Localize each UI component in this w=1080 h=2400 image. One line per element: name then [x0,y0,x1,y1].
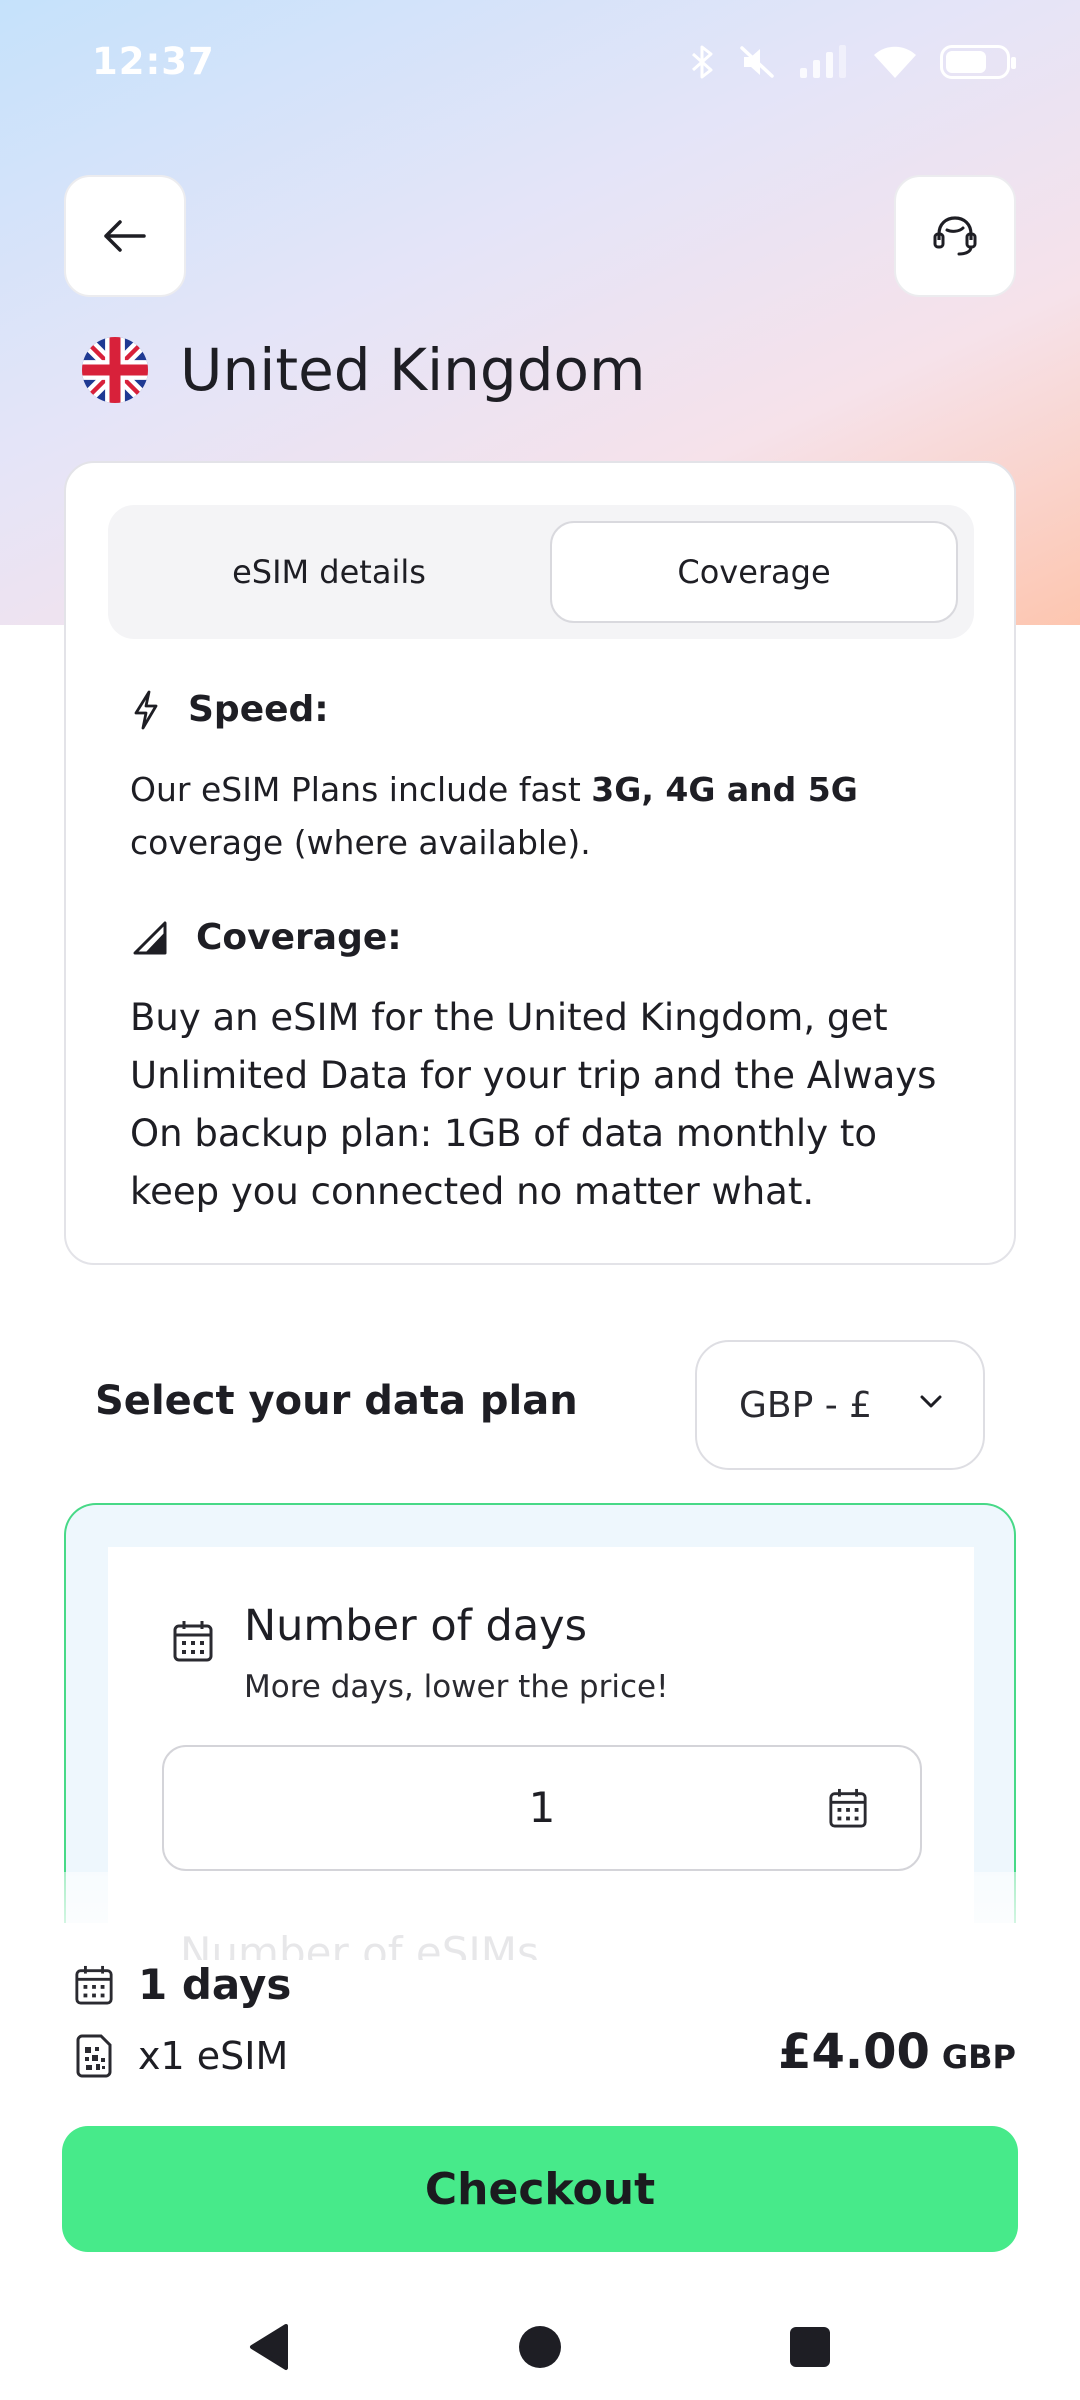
speed-text-suffix: coverage (where available). [130,823,591,862]
nav-recents-icon[interactable] [786,2322,834,2372]
summary-esim-count: x1 eSIM [138,2034,289,2078]
coverage-card: eSIM details Coverage Speed: Our eSIM Pl… [64,461,1016,1265]
days-input[interactable]: 1 [162,1745,922,1871]
calendar-picker-icon[interactable] [828,1787,868,1829]
days-value: 1 [528,1783,556,1832]
currency-value: GBP - £ [739,1384,873,1426]
plan-card: Number of days More days, lower the pric… [64,1503,1016,1923]
system-nav-bar [0,2300,1080,2400]
days-section: Number of days More days, lower the pric… [108,1547,974,1923]
nav-back-icon[interactable] [246,2322,294,2372]
speed-text-highlight: 3G, 4G and 5G [591,770,858,809]
signal-icon [800,45,846,78]
coverage-title: Coverage: [196,917,402,958]
summary-days: 1 days [74,1960,291,2009]
currency-select[interactable]: GBP - £ [695,1340,985,1470]
days-subtitle: More days, lower the price! [244,1669,669,1705]
coverage-heading: Coverage: [132,917,402,958]
wifi-icon [874,46,916,78]
mute-icon [740,46,774,78]
battery-icon [940,45,1016,79]
tab-esim-details[interactable]: eSIM details [124,521,534,623]
country-header: United Kingdom [82,336,646,404]
calendar-icon [173,1621,213,1662]
headset-icon [933,216,977,256]
tab-coverage[interactable]: Coverage [550,521,958,623]
status-bar: 12:37 [0,0,1080,130]
sim-card-icon [76,2034,112,2078]
bluetooth-icon [692,45,713,79]
support-button[interactable] [894,175,1016,297]
price-amount: £4.00 [778,2024,930,2080]
status-icons [690,44,1016,80]
checkout-button[interactable]: Checkout [62,2126,1018,2252]
plan-section-title: Select your data plan [95,1378,578,1424]
lightning-icon [134,690,158,729]
coverage-description: Buy an eSIM for the United Kingdom, get … [130,996,937,1213]
total-price: £4.00 GBP [778,2024,1016,2080]
summary-esims: x1 eSIM [74,2034,288,2078]
nav-home-icon[interactable] [516,2322,564,2372]
summary-days-label: 1 days [138,1960,292,2009]
uk-flag-icon [82,337,148,403]
calendar-icon [75,1965,113,2005]
arrow-left-icon [104,220,146,252]
speed-title: Speed: [188,689,329,730]
country-name: United Kingdom [180,336,646,404]
tab-bar: eSIM details Coverage [108,505,974,639]
speed-text-prefix: Our eSIM Plans include fast [130,770,592,809]
back-button[interactable] [64,175,186,297]
status-time: 12:37 [92,40,215,83]
chevron-down-icon [920,1395,942,1408]
price-currency: GBP [941,2038,1016,2076]
signal-strength-icon [133,921,167,954]
speed-heading: Speed: [132,689,329,730]
days-title: Number of days [244,1601,588,1651]
speed-description: Our eSIM Plans include fast 3G, 4G and 5… [130,763,950,869]
